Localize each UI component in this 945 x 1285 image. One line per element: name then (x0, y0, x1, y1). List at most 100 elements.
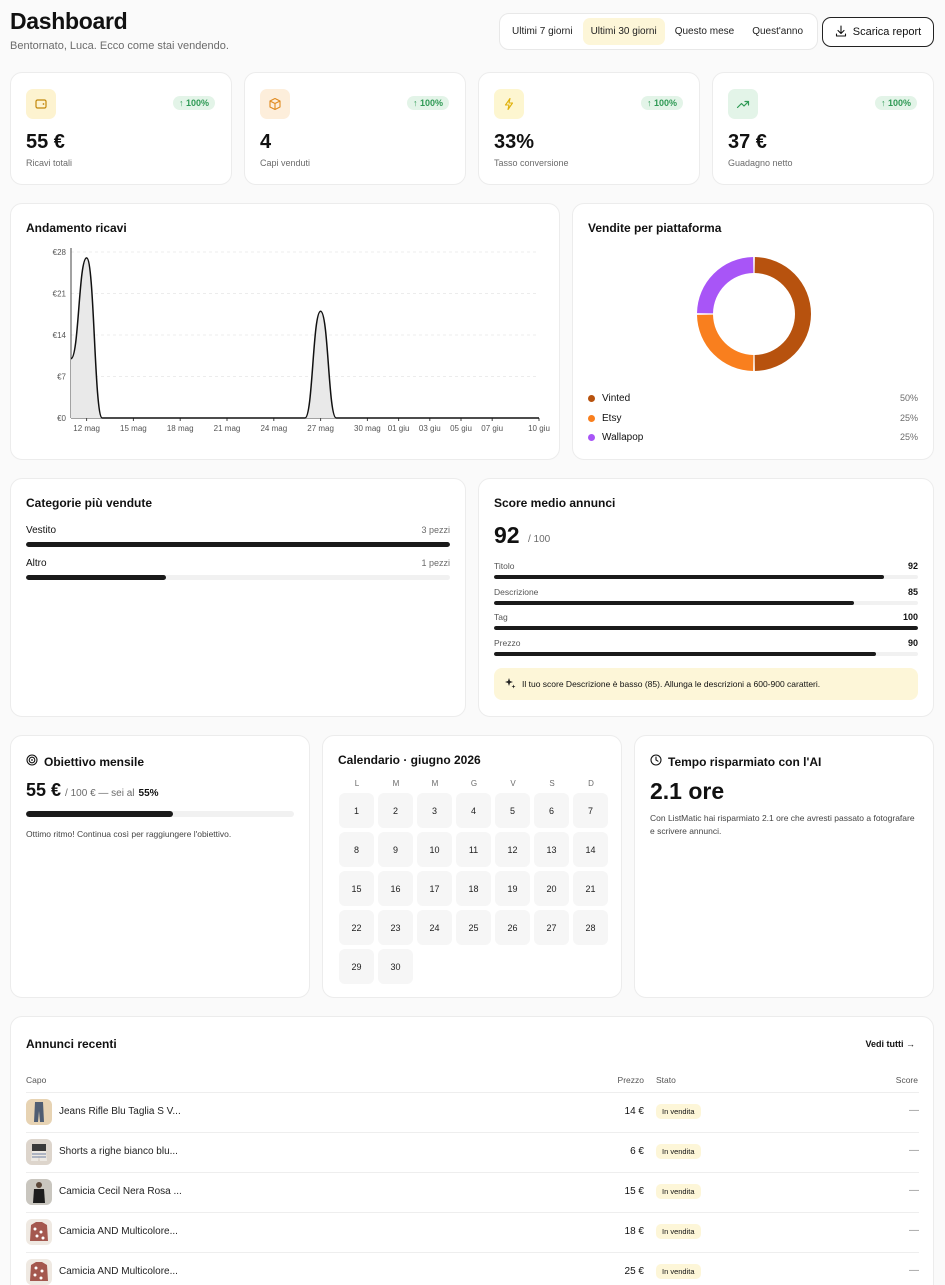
goal-progress-fill (26, 811, 174, 817)
goal-card: Obiettivo mensile 55 € / 100 € — sei al … (10, 735, 310, 998)
calendar-day[interactable]: 6 (534, 793, 569, 828)
product-score: — (909, 1105, 919, 1116)
donut-slice-wallapop[interactable] (697, 257, 754, 314)
status-badge: In vendita (656, 1144, 701, 1159)
stat-card-items-sold: ↑ 100% 4 Capi venduti (244, 72, 466, 185)
stat-card-revenue: ↑ 100% 55 € Ricavi totali (10, 72, 232, 185)
calendar-day[interactable]: 19 (495, 871, 530, 906)
calendar-day[interactable]: 7 (573, 793, 608, 828)
calendar-day[interactable]: 2 (378, 793, 413, 828)
table-row[interactable]: Shorts a righe bianco blu... 6 € In vend… (26, 1132, 919, 1172)
calendar-day[interactable]: 5 (495, 793, 530, 828)
product-score: — (909, 1225, 919, 1236)
legend-label: Wallapop (602, 431, 644, 443)
clock-icon (650, 753, 662, 771)
stat-value: 55 € (26, 131, 65, 153)
calendar-day[interactable]: 3 (417, 793, 452, 828)
product-thumbnail (26, 1219, 52, 1245)
goal-detail: / 100 € — sei al (65, 788, 135, 799)
calendar-day[interactable]: 15 (339, 871, 374, 906)
y-tick-label: €0 (57, 414, 66, 423)
x-tick-label: 21 mag (214, 424, 241, 433)
category-bar-fill (26, 542, 450, 547)
calendar-day[interactable]: 8 (339, 832, 374, 867)
download-report-button[interactable]: Scarica report (822, 17, 934, 47)
column-header-item: Capo (26, 1075, 47, 1085)
category-bar-fill (26, 575, 166, 580)
column-header-price: Prezzo (617, 1075, 644, 1085)
donut-slice-vinted[interactable] (754, 257, 812, 371)
range-this-month[interactable]: Questo mese (667, 18, 742, 45)
range-30-days[interactable]: Ultimi 30 giorni (582, 18, 665, 45)
product-price: 6 € (630, 1146, 644, 1157)
legend-pct: 25% (899, 413, 918, 423)
calendar-day[interactable]: 18 (456, 871, 491, 906)
status-badge: In vendita (656, 1184, 701, 1199)
category-row: Altro 1 pezzi (26, 558, 450, 569)
calendar-day[interactable]: 4 (456, 793, 491, 828)
x-tick-label: 03 giu (419, 424, 441, 433)
calendar-day[interactable]: 30 (378, 949, 413, 984)
score-title: Score medio annunci (494, 496, 616, 510)
calendar-weekday: L (354, 779, 360, 788)
score-label: Prezzo (494, 638, 521, 648)
product-score: — (909, 1185, 919, 1196)
calendar-day[interactable]: 14 (573, 832, 608, 867)
calendar-day[interactable]: 17 (417, 871, 452, 906)
category-bar (26, 575, 450, 580)
calendar-title: Calendario · giugno 2026 (338, 753, 481, 767)
calendar-day[interactable]: 20 (534, 871, 569, 906)
calendar-weekday: S (549, 779, 555, 788)
table-row[interactable]: Camicia Cecil Nera Rosa ... 15 € In vend… (26, 1172, 919, 1212)
score-max: / 100 (528, 534, 551, 545)
calendar-day[interactable]: 12 (495, 832, 530, 867)
score-item-value: 92 (907, 561, 918, 571)
download-icon (835, 24, 847, 40)
goal-percent: 55% (138, 788, 159, 799)
target-icon (26, 753, 38, 771)
x-tick-label: 07 giu (481, 424, 503, 433)
table-row[interactable]: Camicia AND Multicolore... 18 € In vendi… (26, 1212, 919, 1252)
calendar-day[interactable]: 29 (339, 949, 374, 984)
category-row: Vestito 3 pezzi (26, 525, 450, 536)
donut-slice-etsy[interactable] (697, 314, 754, 371)
calendar-day[interactable]: 24 (417, 910, 452, 945)
range-7-days[interactable]: Ultimi 7 giorni (504, 18, 581, 45)
range-this-year[interactable]: Quest'anno (744, 18, 811, 45)
goal-message: Ottimo ritmo! Continua così per raggiung… (26, 829, 232, 839)
score-bar-fill (494, 575, 885, 579)
score-bar-fill (494, 601, 855, 605)
recent-title: Annunci recenti (26, 1037, 117, 1051)
calendar-day[interactable]: 9 (378, 832, 413, 867)
score-tip: Il tuo score Descrizione è basso (85). A… (494, 668, 918, 700)
legend-dot (588, 394, 595, 402)
calendar-day[interactable]: 10 (417, 832, 452, 867)
calendar-day[interactable]: 13 (534, 832, 569, 867)
product-name: Camicia AND Multicolore... (59, 1226, 178, 1237)
calendar-day[interactable]: 23 (378, 910, 413, 945)
table-row[interactable]: Jeans Rifle Blu Taglia S V... 14 € In ve… (26, 1092, 919, 1132)
legend-item-wallapop: Wallapop 25% (588, 429, 918, 445)
calendar-day[interactable]: 25 (456, 910, 491, 945)
calendar-day[interactable]: 11 (456, 832, 491, 867)
x-tick-label: 30 mag (354, 424, 381, 433)
table-row[interactable]: Camicia AND Multicolore... 25 € In vendi… (26, 1252, 919, 1285)
y-tick-label: €21 (53, 290, 67, 299)
goal-progress-text: 55 € / 100 € — sei al 55% (26, 780, 159, 801)
see-all-link[interactable]: Vedi tutti → (866, 1039, 916, 1049)
page-subtitle: Bentornato, Luca. Ecco come stai vendend… (10, 40, 229, 52)
score-bar-fill (494, 626, 918, 630)
y-tick-label: €14 (53, 331, 67, 340)
calendar-day[interactable]: 27 (534, 910, 569, 945)
calendar-day[interactable]: 21 (573, 871, 608, 906)
score-bar-fill (494, 652, 876, 656)
categories-title: Categorie più vendute (26, 496, 153, 510)
calendar-day[interactable]: 22 (339, 910, 374, 945)
revenue-area (71, 257, 539, 418)
calendar-day[interactable]: 28 (573, 910, 608, 945)
calendar-day[interactable]: 16 (378, 871, 413, 906)
score-item-value: 100 (902, 612, 918, 622)
calendar-day[interactable]: 1 (339, 793, 374, 828)
product-price: 14 € (624, 1106, 644, 1117)
calendar-day[interactable]: 26 (495, 910, 530, 945)
